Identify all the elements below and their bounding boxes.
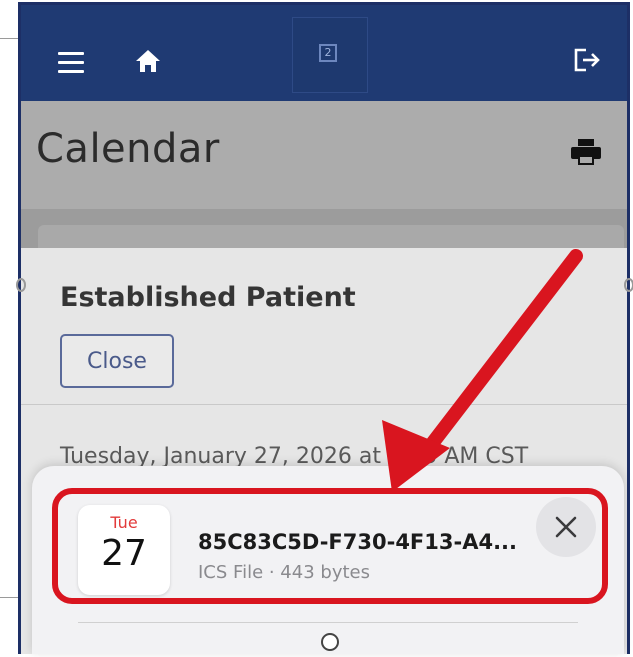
app-logo-icon: 2	[319, 44, 337, 62]
highlight-box	[52, 488, 608, 604]
printer-icon[interactable]	[569, 137, 603, 171]
close-button[interactable]: Close	[60, 334, 174, 388]
hamburger-icon[interactable]	[58, 52, 84, 73]
home-icon[interactable]	[134, 48, 162, 78]
sheet-handle[interactable]	[321, 633, 339, 651]
page-title: Calendar	[36, 126, 220, 172]
modal-edge-marker-right	[624, 278, 633, 292]
backdrop-line-top	[0, 38, 20, 39]
logout-icon[interactable]	[572, 46, 602, 78]
modal-divider	[21, 404, 627, 405]
center-logo-box[interactable]: 2	[292, 17, 368, 93]
modal-edge-marker-left	[16, 278, 26, 292]
sheet-divider	[78, 622, 578, 623]
backdrop-line-bottom	[0, 597, 20, 598]
modal-title: Established Patient	[60, 282, 356, 313]
